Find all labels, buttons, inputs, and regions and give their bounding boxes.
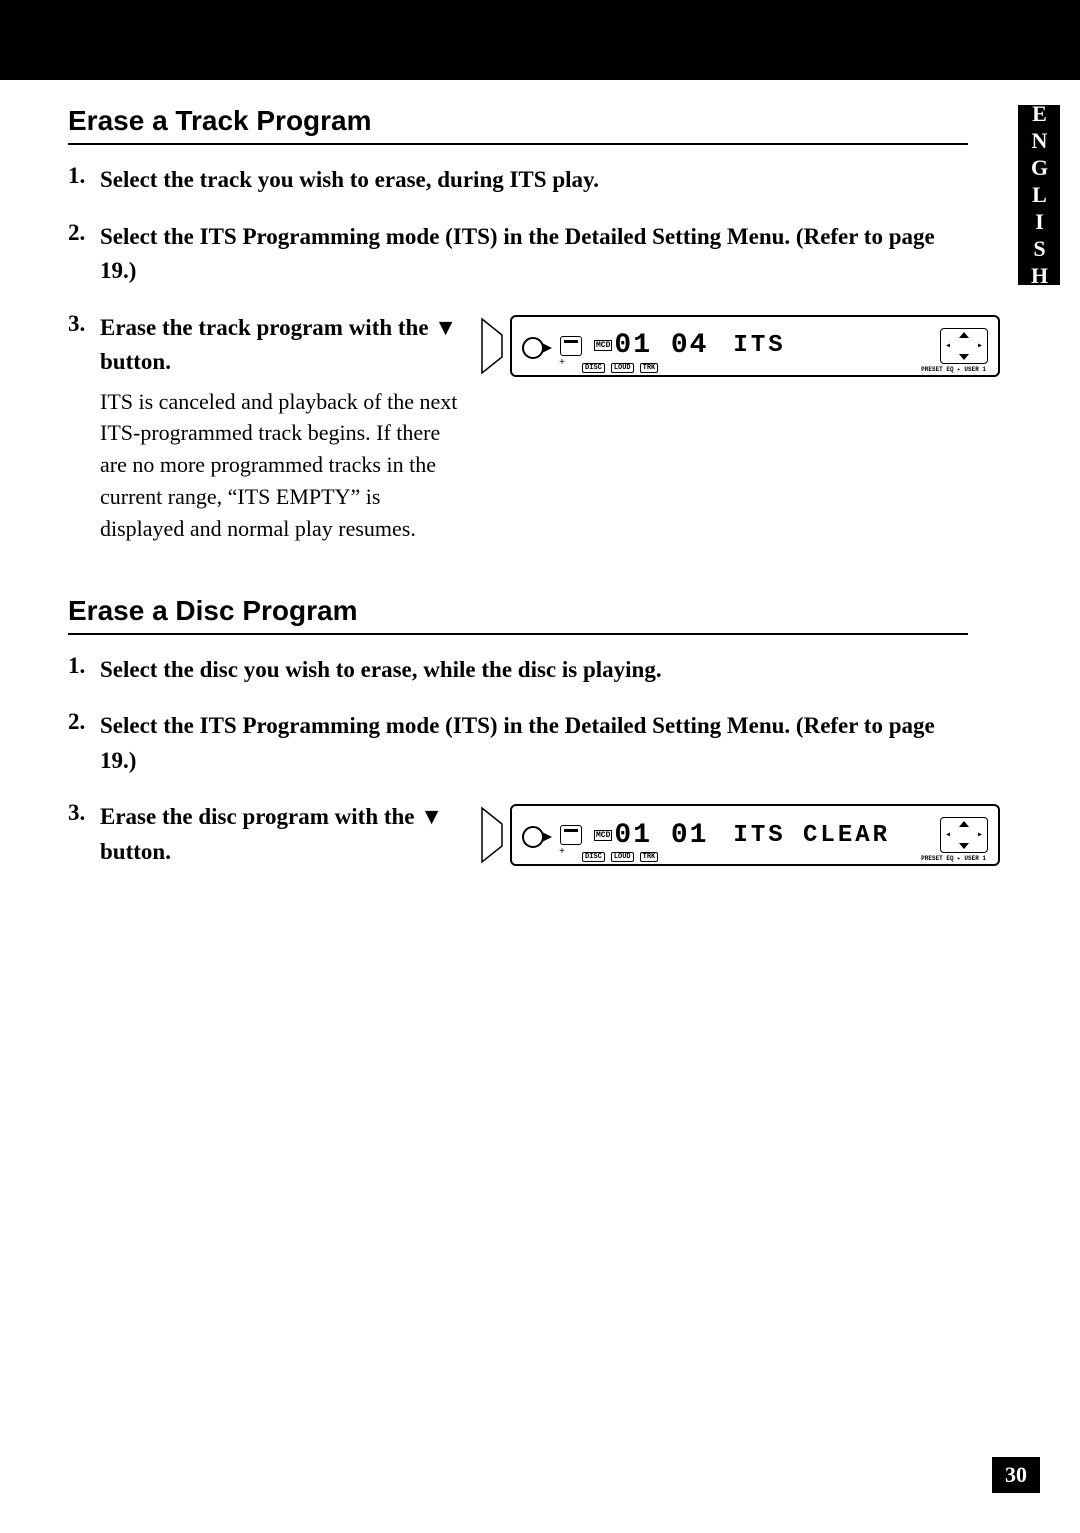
- step-1-2: 2. Select the ITS Programming mode (ITS)…: [68, 220, 968, 289]
- step-title: Select the disc you wish to erase, while…: [100, 653, 968, 688]
- lcd-panel: MCD 01 04 DISCLOUDTRK ITS ◂▸ PRESET EQ ▸…: [510, 315, 1000, 377]
- steps-list-2: 1. Select the disc you wish to erase, wh…: [68, 653, 968, 870]
- track-repeat-icon: [560, 825, 582, 845]
- step-number: 3.: [68, 800, 85, 826]
- page-content: Erase a Track Program 1. Select the trac…: [68, 105, 998, 891]
- remote-outline-icon: [480, 806, 504, 864]
- section-heading-erase-disc: Erase a Disc Program: [68, 595, 968, 635]
- step-title: Select the track you wish to erase, duri…: [100, 163, 968, 198]
- step-2-3: 3. Erase the disc program with the ▼ but…: [68, 800, 968, 869]
- section-heading-erase-track: Erase a Track Program: [68, 105, 968, 145]
- header-band: [0, 0, 1080, 80]
- lcd-preset-label: PRESET EQ ▸ USER 1: [921, 855, 986, 862]
- step-number: 3.: [68, 311, 85, 337]
- step-number: 1.: [68, 653, 85, 679]
- lcd-numbers: 01 04: [614, 330, 708, 361]
- lcd-panel: MCD 01 01 DISCLOUDTRK ITS CLEAR ◂▸: [510, 804, 1000, 866]
- lcd-sublabels: DISCLOUDTRK: [582, 852, 658, 862]
- step-title: Erase the disc program with the ▼ button…: [100, 800, 460, 869]
- lcd-main-text: ITS CLEAR: [733, 822, 890, 849]
- step-title: Select the ITS Programming mode (ITS) in…: [100, 220, 968, 289]
- step-2-1: 1. Select the disc you wish to erase, wh…: [68, 653, 968, 688]
- steps-list-1: 1. Select the track you wish to erase, d…: [68, 163, 968, 545]
- nav-dpad-icon: ◂▸: [940, 328, 988, 364]
- mcd-badge: MCD: [594, 830, 612, 841]
- lcd-numbers: 01 01: [614, 820, 708, 851]
- nav-dpad-icon: ◂▸: [940, 817, 988, 853]
- step-1-1: 1. Select the track you wish to erase, d…: [68, 163, 968, 198]
- step-title: Select the ITS Programming mode (ITS) in…: [100, 709, 968, 778]
- step-1-3: 3. Erase the track program with the ▼ bu…: [68, 311, 968, 545]
- display-illustration-1: MCD 01 04 DISCLOUDTRK ITS ◂▸ PRESET EQ ▸…: [480, 311, 1000, 377]
- remote-outline-icon: [480, 317, 504, 375]
- mcd-badge: MCD: [594, 340, 612, 351]
- step-body: ITS is canceled and playback of the next…: [100, 386, 460, 545]
- lcd-main-text: ITS: [733, 332, 785, 359]
- step-number: 1.: [68, 163, 85, 189]
- manual-page: ENGLISH Erase a Track Program 1. Select …: [0, 0, 1080, 1533]
- lcd-preset-label: PRESET EQ ▸ USER 1: [921, 366, 986, 373]
- step-title: Erase the track program with the ▼ butto…: [100, 311, 460, 380]
- cd-eject-icon: [522, 824, 552, 846]
- lcd-sublabels: DISCLOUDTRK: [582, 363, 658, 373]
- step-2-2: 2. Select the ITS Programming mode (ITS)…: [68, 709, 968, 778]
- step-number: 2.: [68, 220, 85, 246]
- language-tab: ENGLISH: [1018, 105, 1060, 285]
- step-number: 2.: [68, 709, 85, 735]
- display-illustration-2: MCD 01 01 DISCLOUDTRK ITS CLEAR ◂▸: [480, 800, 1000, 866]
- cd-eject-icon: [522, 335, 552, 357]
- track-repeat-icon: [560, 336, 582, 356]
- page-number: 30: [992, 1457, 1040, 1493]
